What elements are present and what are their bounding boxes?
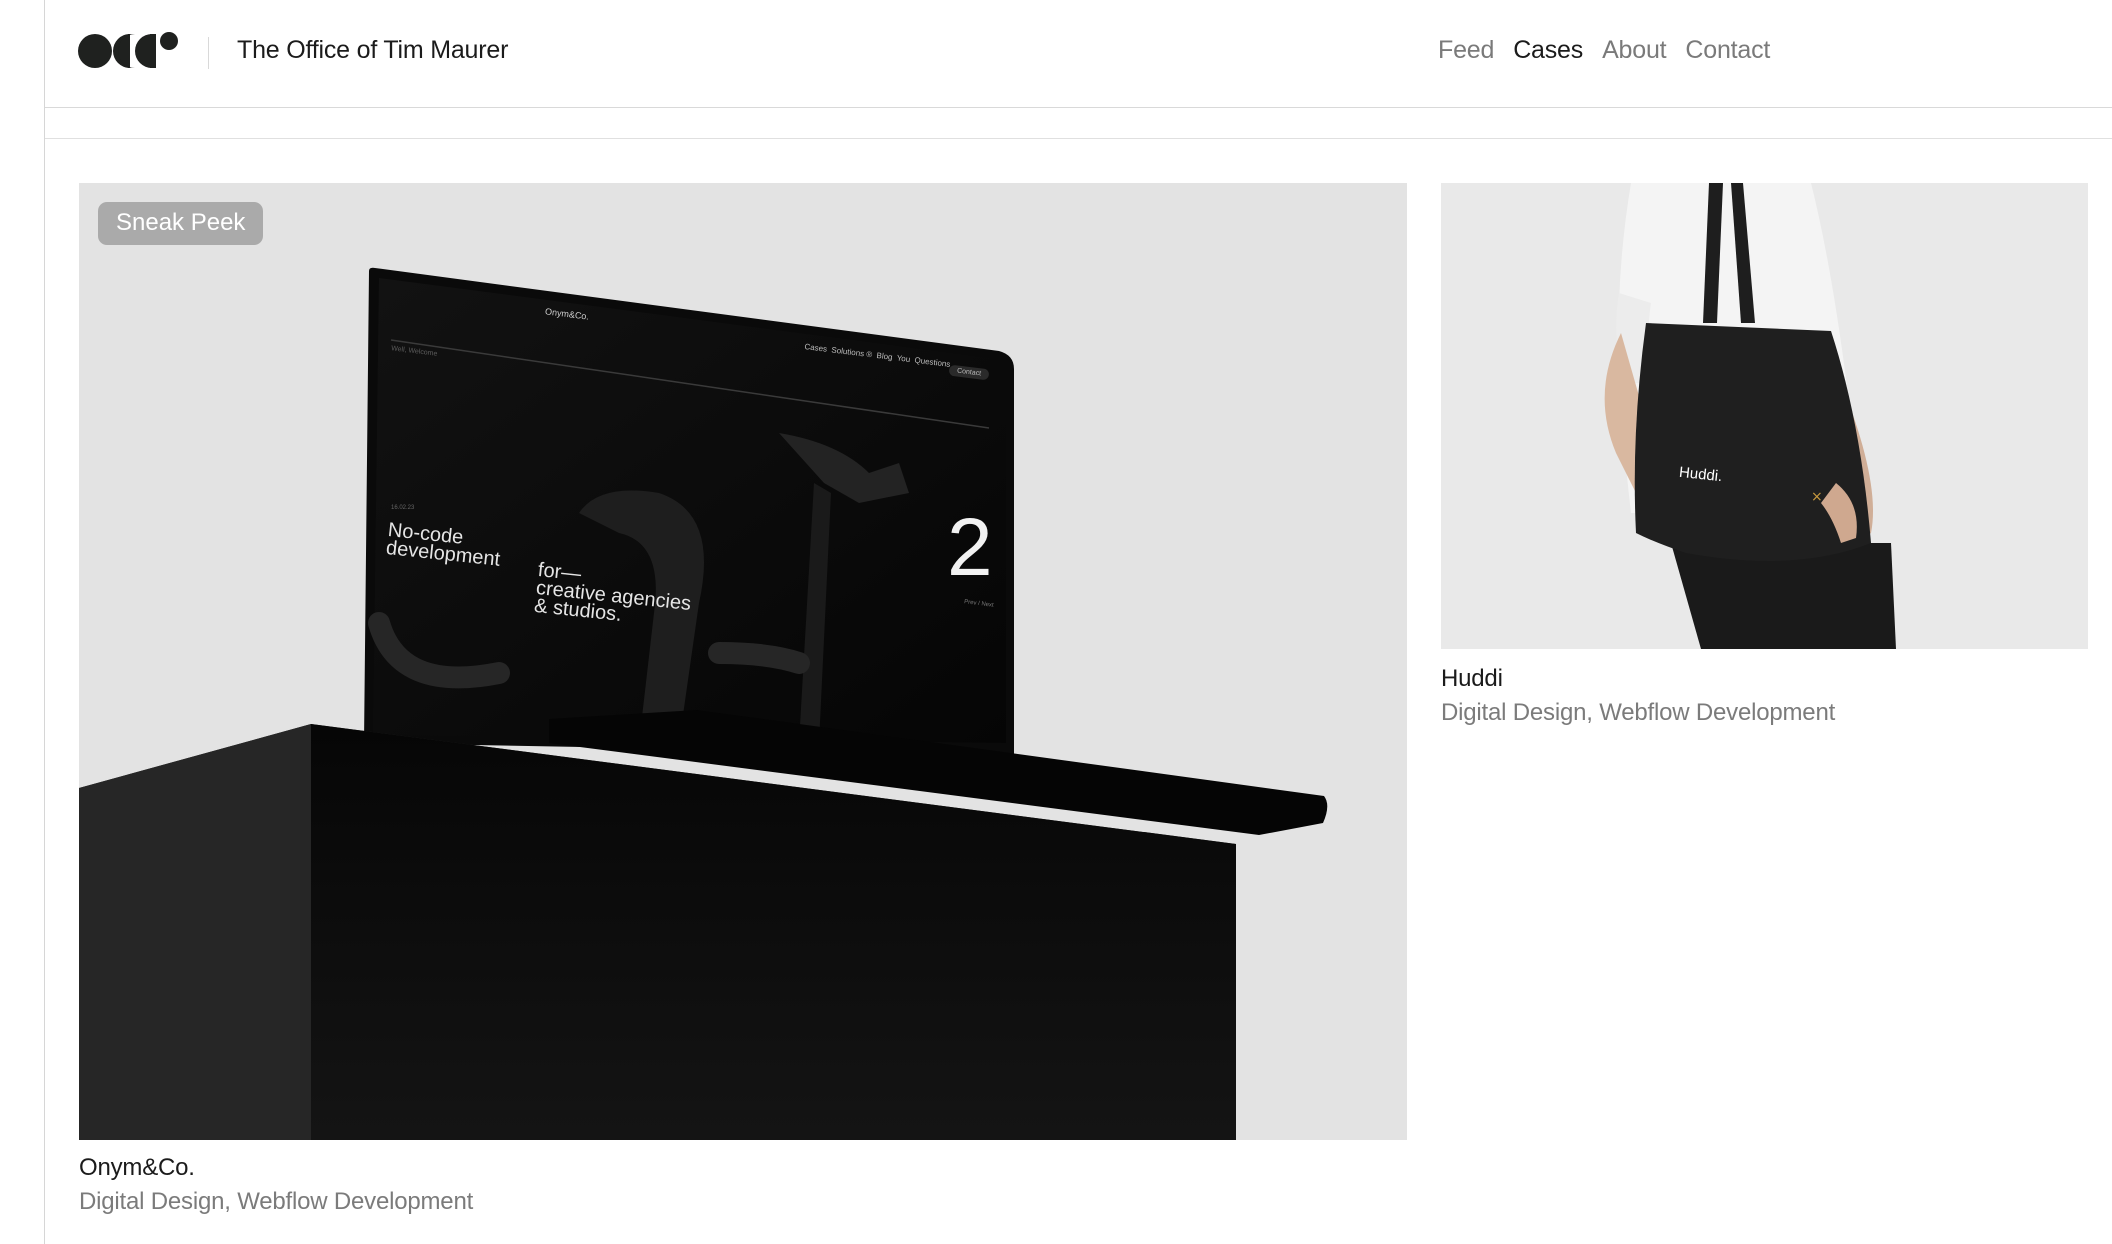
case-services: Digital Design, Webflow Development — [1441, 699, 1836, 726]
site-header: The Office of Tim Maurer Feed Cases Abou… — [45, 0, 2112, 108]
studio-logo-icon[interactable] — [78, 30, 188, 83]
nav-contact[interactable]: Contact — [1685, 36, 1770, 65]
bag-label-x: × — [1811, 489, 1823, 505]
main-nav: Feed Cases About Contact — [1438, 36, 1770, 65]
case-title[interactable]: Onym&Co. — [79, 1154, 1407, 1182]
logo-divider — [208, 37, 209, 69]
left-border — [44, 0, 45, 1244]
nav-cases[interactable]: Cases — [1513, 36, 1583, 65]
laptop-mockup-image[interactable]: Onym&Co. Cases Solutions ® Blog You Ques… — [79, 183, 1407, 1140]
case-card-onym[interactable]: Onym&Co. Cases Solutions ® Blog You Ques… — [79, 183, 1407, 1216]
site-title[interactable]: The Office of Tim Maurer — [237, 36, 508, 65]
tote-bag-image[interactable]: × Huddi. — [1441, 183, 2088, 649]
case-services: Digital Design, Webflow Development — [79, 1188, 474, 1215]
nav-about[interactable]: About — [1602, 36, 1667, 65]
nav-feed[interactable]: Feed — [1438, 36, 1494, 65]
case-title[interactable]: Huddi — [1441, 665, 2088, 693]
subheader-divider — [45, 138, 2112, 139]
sneak-peek-badge: Sneak Peek — [98, 202, 264, 245]
case-card-huddi[interactable]: × Huddi. Huddi Digital Design, Webflow D… — [1441, 183, 2088, 727]
